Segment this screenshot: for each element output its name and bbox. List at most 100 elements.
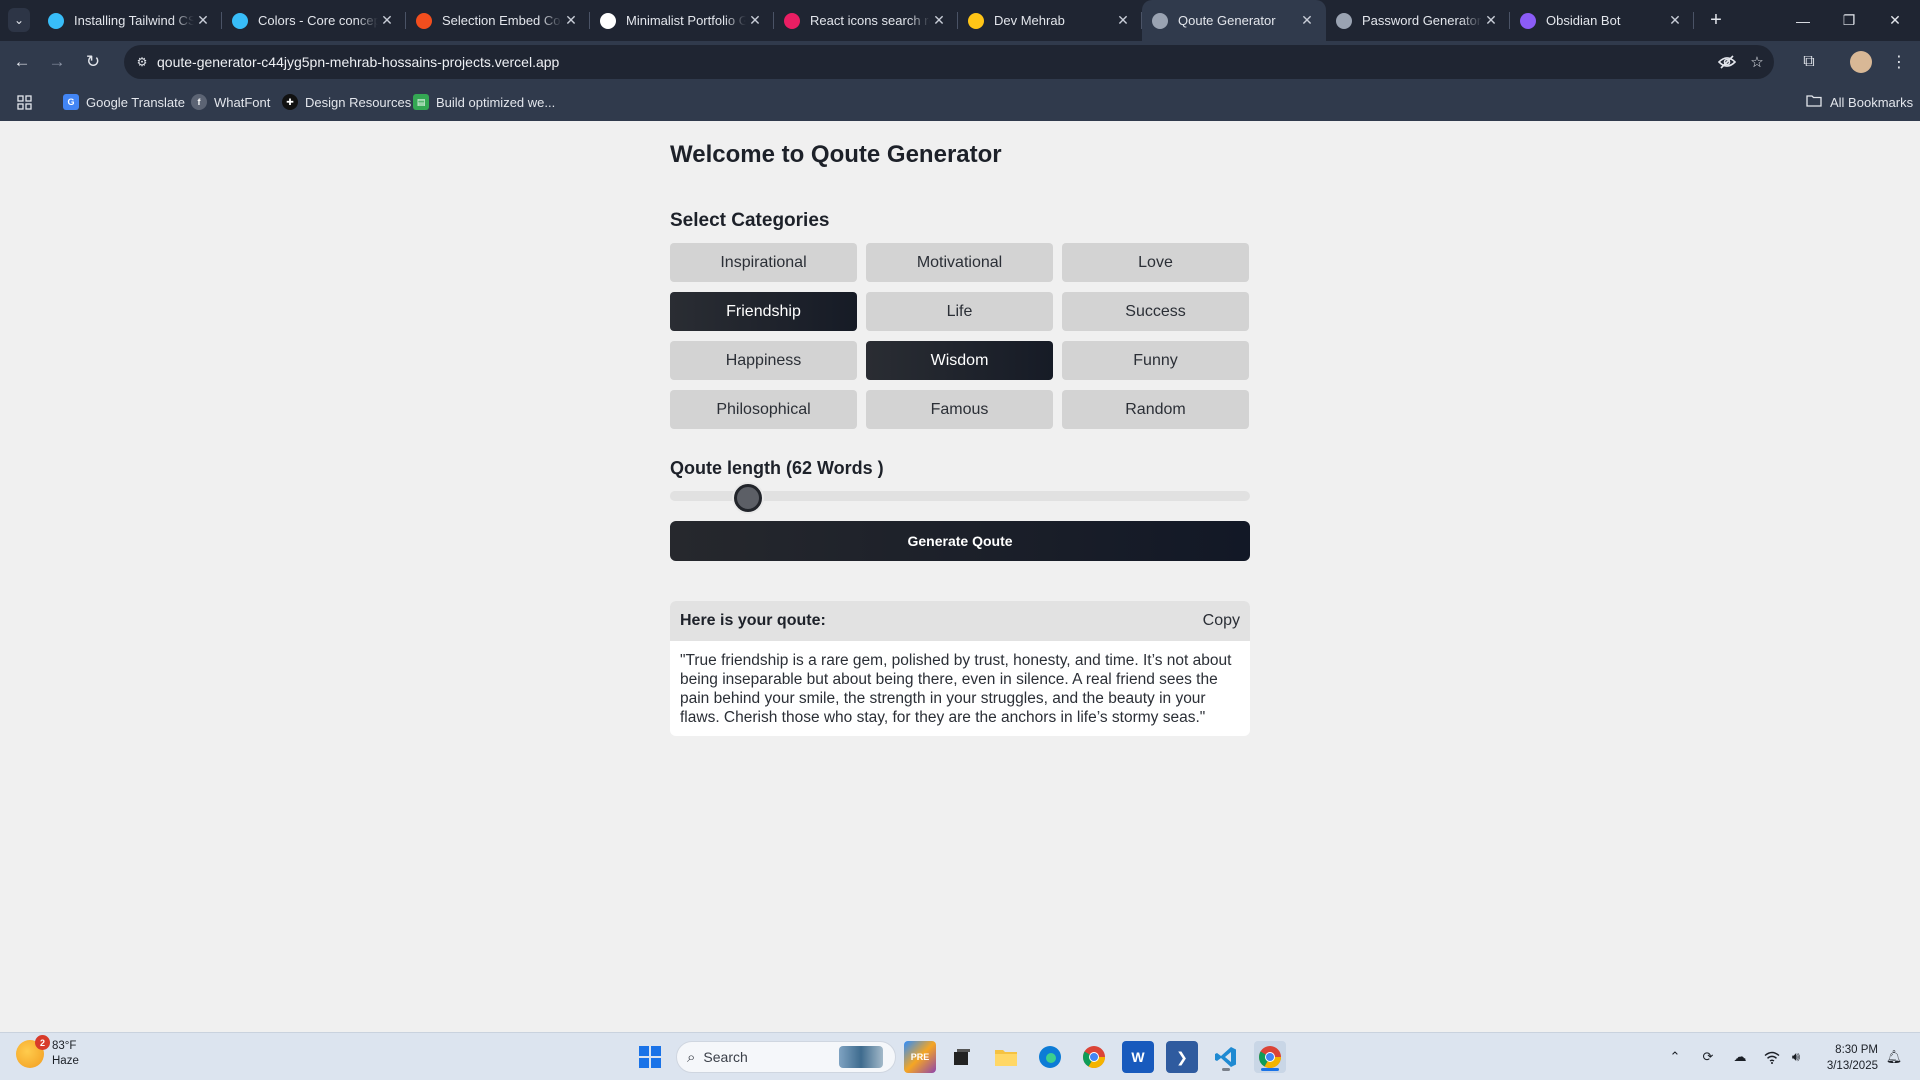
minimize-icon[interactable]: —: [1780, 0, 1826, 41]
category-button-motivational[interactable]: Motivational: [866, 243, 1053, 282]
category-button-famous[interactable]: Famous: [866, 390, 1053, 429]
weather-desc: Haze: [52, 1055, 79, 1067]
obsidian-icon: [1520, 12, 1536, 29]
globe-icon: [1336, 12, 1352, 29]
notification-bell-icon[interactable]: 🔔︎: [1884, 1047, 1904, 1067]
system-clock[interactable]: 8:30 PM 3/13/2025: [1818, 1042, 1878, 1074]
weather-badge: 2: [35, 1035, 50, 1050]
terminal-icon[interactable]: ❯: [1166, 1041, 1198, 1073]
tab-close-icon[interactable]: ✕: [194, 12, 212, 29]
back-icon[interactable]: ←: [9, 49, 35, 75]
browser-tab[interactable]: Minimalist Portfolio Generator✕: [590, 0, 774, 41]
browser-tab[interactable]: React icons search results✕: [774, 0, 958, 41]
bookmark-google-translate[interactable]: G Google Translate: [63, 83, 185, 121]
chrome-taskbar-icon[interactable]: [1078, 1041, 1110, 1073]
browser-tab[interactable]: Installing Tailwind CSS ✕: [38, 0, 222, 41]
browser-titlebar: ⌄ Installing Tailwind CSS ✕ Colors - Core …: [0, 0, 1920, 41]
browser-tab[interactable]: Selection Embed Code ✕: [406, 0, 590, 41]
weather-temp: 83°F: [52, 1040, 77, 1052]
tab-title: Colors - Core concepts: [258, 13, 378, 28]
eye-off-icon[interactable]: [1716, 52, 1738, 72]
clock-date: 3/13/2025: [1826, 1060, 1878, 1072]
wifi-icon[interactable]: [1762, 1047, 1782, 1067]
chrome-profile-taskbar-icon[interactable]: [1254, 1041, 1286, 1073]
windows-start-icon[interactable]: [634, 1041, 666, 1073]
new-tab-button[interactable]: +: [1704, 8, 1728, 32]
category-grid: Inspirational Motivational Love Friendship L…: [670, 243, 1250, 429]
address-bar[interactable]: ⚙ qoute-generator-c44jyg5pn-mehrab-hossa…: [124, 45, 1774, 79]
tab-close-icon[interactable]: ✕: [1298, 12, 1316, 29]
search-icon: ⌕: [687, 1048, 696, 1066]
whatfont-icon: f: [191, 94, 207, 110]
build-icon: ▤: [413, 94, 429, 110]
category-button-wisdom[interactable]: Wisdom: [866, 341, 1053, 380]
quote-result-label: Here is your qoute:: [680, 612, 826, 629]
browser-tab[interactable]: Qoute Generator ✕: [1142, 0, 1326, 41]
url-text[interactable]: qoute-generator-c44jyg5pn-mehrab-hossain…: [157, 45, 559, 79]
category-button-success[interactable]: Success: [1062, 292, 1249, 331]
weather-widget[interactable]: 2 83°F Haze: [16, 1035, 79, 1069]
forward-icon[interactable]: →: [44, 49, 70, 75]
tray-sync-icon[interactable]: ⟳: [1698, 1047, 1718, 1067]
category-button-friendship[interactable]: Friendship: [670, 292, 857, 331]
tailwind-icon: [232, 12, 248, 29]
length-slider-thumb[interactable]: [734, 484, 763, 512]
category-button-love[interactable]: Love: [1062, 243, 1249, 282]
taskbar-search[interactable]: ⌕ Search: [676, 1041, 896, 1073]
menu-kebab-icon[interactable]: ⋮: [1886, 49, 1912, 75]
browser-tab[interactable]: Obsidian Bot ✕: [1510, 0, 1694, 41]
bookmark-design-resources[interactable]: ✚ Design Resources: [282, 83, 411, 121]
restore-icon[interactable]: ❐: [1826, 0, 1872, 41]
tab-close-icon[interactable]: ✕: [562, 12, 580, 29]
copy-button[interactable]: Copy: [1203, 612, 1240, 630]
tab-strip: Installing Tailwind CSS ✕ Colors - Core co…: [38, 0, 1694, 41]
globe-icon: [1152, 12, 1168, 29]
tab-close-icon[interactable]: ✕: [1482, 12, 1500, 29]
site-info-icon[interactable]: ⚙: [132, 52, 152, 72]
category-button-random[interactable]: Random: [1062, 390, 1249, 429]
bookmark-build-optimized[interactable]: ▤ Build optimized we...: [413, 83, 555, 121]
search-highlight-image: [839, 1046, 883, 1068]
volume-icon[interactable]: 🔊︎: [1786, 1047, 1806, 1067]
tab-separator: [1693, 12, 1694, 29]
page-content: Welcome to Qoute Generator Select Catego…: [0, 121, 1920, 1032]
tab-search-icon[interactable]: ⌄: [8, 8, 30, 32]
tab-close-icon[interactable]: ✕: [930, 12, 948, 29]
tab-title: Minimalist Portfolio Generator: [626, 13, 746, 28]
file-explorer-icon[interactable]: [990, 1041, 1022, 1073]
tray-onedrive-icon[interactable]: ☁: [1730, 1047, 1750, 1067]
category-button-inspirational[interactable]: Inspirational: [670, 243, 857, 282]
bookmarks-bar: G Google Translate f WhatFont ✚ Design R…: [0, 83, 1920, 121]
apps-grid-icon[interactable]: [17, 83, 32, 121]
bookmark-label: Design Resources: [305, 94, 412, 110]
tab-close-icon[interactable]: ✕: [1666, 12, 1684, 29]
reload-icon[interactable]: ↻: [80, 49, 106, 75]
generate-quote-button[interactable]: Generate Qoute: [670, 521, 1250, 561]
taskbar-search-placeholder: Search: [703, 1049, 748, 1065]
category-button-happiness[interactable]: Happiness: [670, 341, 857, 380]
tab-close-icon[interactable]: ✕: [746, 12, 764, 29]
bookmark-whatfont[interactable]: f WhatFont: [191, 83, 270, 121]
copilot-icon[interactable]: PRE: [904, 1041, 936, 1073]
tab-close-icon[interactable]: ✕: [1114, 12, 1132, 29]
category-button-philosophical[interactable]: Philosophical: [670, 390, 857, 429]
all-bookmarks-button[interactable]: All Bookmarks: [1806, 83, 1913, 121]
task-view-icon[interactable]: [946, 1041, 978, 1073]
category-button-funny[interactable]: Funny: [1062, 341, 1249, 380]
extensions-icon[interactable]: ⧉: [1796, 49, 1822, 75]
google-translate-icon: G: [63, 94, 79, 110]
quote-card: Here is your qoute: Copy "True friendshi…: [670, 601, 1250, 736]
browser-tab[interactable]: Dev Mehrab ✕: [958, 0, 1142, 41]
category-button-life[interactable]: Life: [866, 292, 1053, 331]
browser-tab[interactable]: Password Generator ✕: [1326, 0, 1510, 41]
browser-tab[interactable]: Colors - Core concepts ✕: [222, 0, 406, 41]
vscode-icon[interactable]: [1210, 1041, 1242, 1073]
bookmark-star-icon[interactable]: ☆: [1746, 52, 1768, 72]
tab-close-icon[interactable]: ✕: [378, 12, 396, 29]
profile-avatar[interactable]: [1850, 51, 1872, 73]
word-icon[interactable]: W: [1122, 1041, 1154, 1073]
close-window-icon[interactable]: ✕: [1872, 0, 1918, 41]
all-bookmarks-label: All Bookmarks: [1830, 94, 1914, 110]
edge-icon[interactable]: [1034, 1041, 1066, 1073]
tray-chevron-icon[interactable]: ⌃: [1665, 1047, 1685, 1067]
